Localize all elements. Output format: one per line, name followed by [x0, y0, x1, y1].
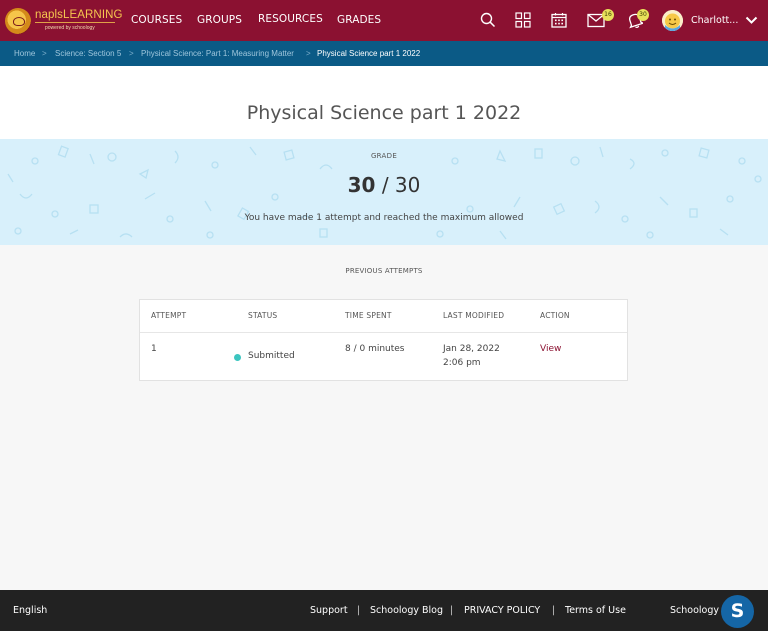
avatar-emoji-icon: [662, 10, 683, 31]
attempt-message: You have made 1 attempt and reached the …: [244, 213, 524, 223]
calendar-icon[interactable]: [551, 12, 567, 28]
page-title: Physical Science part 1 2022: [246, 102, 522, 124]
chevron-down-icon[interactable]: [745, 16, 758, 25]
grade-score: 30 / 30: [0, 173, 768, 197]
footer: English Support | Schoology Blog | PRIVA…: [0, 590, 768, 631]
school-logo-icon[interactable]: [5, 8, 31, 34]
nav-courses[interactable]: COURSES: [131, 14, 182, 26]
header-last-modified: LAST MODIFIED: [443, 311, 505, 320]
brand-subtitle: powered by schoology: [45, 25, 95, 31]
grade-label: GRADE: [370, 152, 398, 160]
nav-groups[interactable]: GROUPS: [197, 14, 242, 26]
score-value: 30: [347, 173, 376, 197]
user-name[interactable]: Charlott...: [691, 15, 738, 26]
view-attempt-link[interactable]: View: [540, 342, 561, 356]
header-time-spent: TIME SPENT: [345, 311, 392, 320]
status-text: Submitted: [248, 351, 295, 361]
last-modified-time: 2:06 pm: [443, 358, 481, 368]
footer-privacy-link[interactable]: PRIVACY POLICY: [464, 605, 540, 616]
attempt-number: 1: [151, 344, 157, 354]
breadcrumb-separator-icon: >: [306, 49, 311, 58]
attempts-area: [0, 245, 768, 590]
notifications-badge: 30: [637, 9, 649, 21]
top-navigation: naplsLEARNING powered by schoology COURS…: [0, 0, 768, 41]
breadcrumb-separator-icon: >: [129, 49, 134, 58]
status-dot-icon: [234, 354, 241, 361]
apps-grid-icon[interactable]: [515, 12, 531, 28]
score-max: 30: [394, 173, 421, 197]
nav-grades[interactable]: GRADES: [337, 14, 381, 26]
help-chat-button[interactable]: S: [721, 595, 754, 628]
footer-support-link[interactable]: Support: [310, 605, 348, 616]
messages-badge: 16: [602, 9, 614, 21]
previous-attempts-label: PREVIOUS ATTEMPTS: [345, 267, 423, 275]
breadcrumb-course[interactable]: Science: Section 5: [55, 49, 121, 58]
language-selector[interactable]: English: [13, 605, 47, 616]
footer-blog-link[interactable]: Schoology Blog: [370, 605, 443, 616]
header-attempt: ATTEMPT: [151, 311, 187, 320]
breadcrumb-separator-icon: >: [42, 49, 47, 58]
breadcrumb-folder[interactable]: Physical Science: Part 1: Measuring Matt…: [141, 49, 294, 58]
breadcrumb: Home > Science: Section 5 > Physical Sci…: [0, 41, 768, 66]
last-modified-date: Jan 28, 2022: [443, 344, 500, 354]
footer-separator: |: [552, 605, 556, 616]
nav-resources[interactable]: RESOURCES: [258, 13, 323, 25]
header-action: ACTION: [540, 311, 570, 320]
header-status: STATUS: [248, 311, 278, 320]
user-avatar[interactable]: [662, 10, 683, 31]
footer-separator: |: [450, 605, 454, 616]
time-spent: 8 / 0 minutes: [345, 344, 405, 354]
footer-terms-link[interactable]: Terms of Use: [565, 605, 626, 616]
score-separator: /: [381, 173, 389, 197]
brand-underline: [35, 22, 115, 23]
breadcrumb-home[interactable]: Home: [14, 49, 35, 58]
attempts-table: ATTEMPT STATUS TIME SPENT LAST MODIFIED …: [139, 299, 628, 381]
breadcrumb-current: Physical Science part 1 2022: [317, 49, 421, 58]
footer-separator: |: [357, 605, 361, 616]
search-icon[interactable]: [480, 12, 496, 28]
brand-name: naplsLEARNING: [35, 9, 123, 21]
brand-logo[interactable]: naplsLEARNING powered by schoology: [35, 9, 123, 31]
table-header: ATTEMPT STATUS TIME SPENT LAST MODIFIED …: [140, 300, 627, 333]
